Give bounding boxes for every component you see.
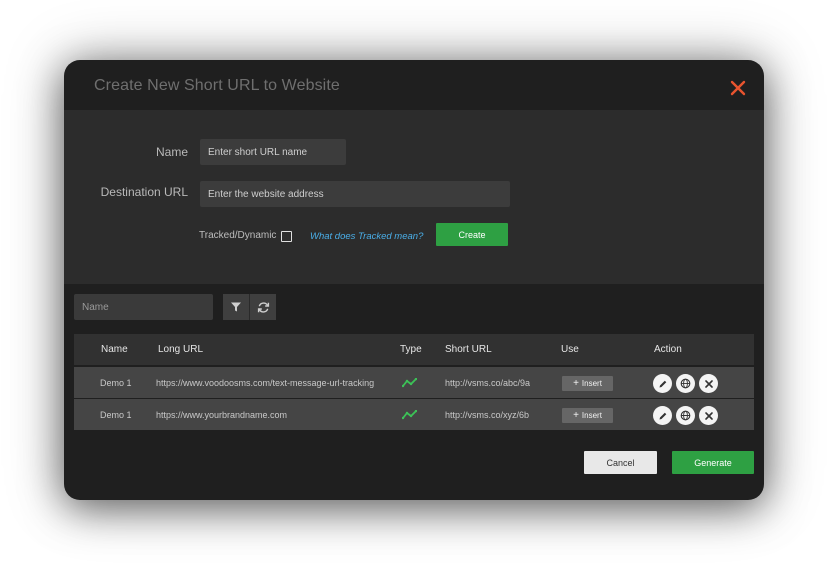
destination-url-input[interactable] (200, 181, 510, 207)
form-panel: Name Destination URL Tracked/Dynamic Wha… (64, 110, 764, 284)
open-link-button[interactable] (676, 374, 695, 393)
delete-button[interactable] (699, 374, 718, 393)
row-short-url: http://vsms.co/xyz/6b (445, 410, 530, 420)
open-link-button[interactable] (676, 406, 695, 425)
globe-icon (680, 378, 691, 389)
tracked-trend-icon (402, 410, 417, 420)
dialog-header: Create New Short URL to Website (64, 60, 764, 110)
dialog-title: Create New Short URL to Website (94, 77, 340, 94)
filter-button[interactable] (223, 294, 249, 320)
close-icon (730, 80, 746, 96)
name-label: Name (155, 145, 188, 159)
short-url-table: Name Long URL Type Short URL Use Action … (74, 334, 754, 430)
plus-icon: + (573, 409, 579, 421)
name-filter-input[interactable] (74, 294, 213, 320)
header-action: Action (654, 344, 682, 355)
globe-icon (680, 410, 691, 421)
tracked-dynamic-checkbox[interactable] (281, 231, 292, 242)
insert-label: Insert (581, 379, 602, 388)
name-input[interactable] (200, 139, 346, 165)
filter-icon (231, 302, 241, 312)
cancel-button[interactable]: Cancel (584, 451, 657, 474)
create-short-url-dialog: Create New Short URL to Website Name Des… (64, 60, 764, 500)
header-name: Name (101, 344, 128, 355)
header-short-url: Short URL (445, 344, 492, 355)
edit-button[interactable] (653, 406, 672, 425)
tracked-help-link[interactable]: What does Tracked mean? (310, 231, 423, 242)
header-type: Type (400, 344, 422, 355)
table-row: Demo 1 https://www.voodoosms.com/text-me… (74, 367, 754, 398)
close-circle-icon (704, 411, 713, 420)
generate-button[interactable]: Generate (672, 451, 754, 474)
table-header: Name Long URL Type Short URL Use Action (74, 334, 754, 365)
close-circle-icon (704, 379, 713, 388)
insert-button[interactable]: + Insert (562, 408, 613, 423)
edit-button[interactable] (653, 374, 672, 393)
close-button[interactable] (728, 78, 748, 98)
row-long-url: https://www.voodoosms.com/text-message-u… (156, 378, 375, 388)
tracked-trend-icon (402, 378, 417, 388)
insert-button[interactable]: + Insert (562, 376, 613, 391)
destination-url-label: Destination URL (100, 185, 188, 199)
create-button[interactable]: Create (436, 223, 508, 246)
header-use: Use (561, 344, 579, 355)
pencil-icon (659, 380, 666, 387)
pencil-icon (659, 412, 666, 419)
row-long-url: https://www.yourbrandname.com (156, 410, 288, 420)
row-short-url: http://vsms.co/abc/9a (445, 378, 531, 388)
delete-button[interactable] (699, 406, 718, 425)
table-row: Demo 1 https://www.yourbrandname.com htt… (74, 399, 754, 430)
insert-label: Insert (581, 411, 602, 420)
row-name: Demo 1 (100, 378, 132, 388)
plus-icon: + (573, 377, 579, 389)
refresh-icon (257, 301, 269, 313)
row-name: Demo 1 (100, 410, 132, 420)
header-long-url: Long URL (158, 344, 204, 355)
refresh-button[interactable] (249, 294, 276, 320)
tracked-dynamic-label: Tracked/Dynamic (199, 230, 277, 241)
